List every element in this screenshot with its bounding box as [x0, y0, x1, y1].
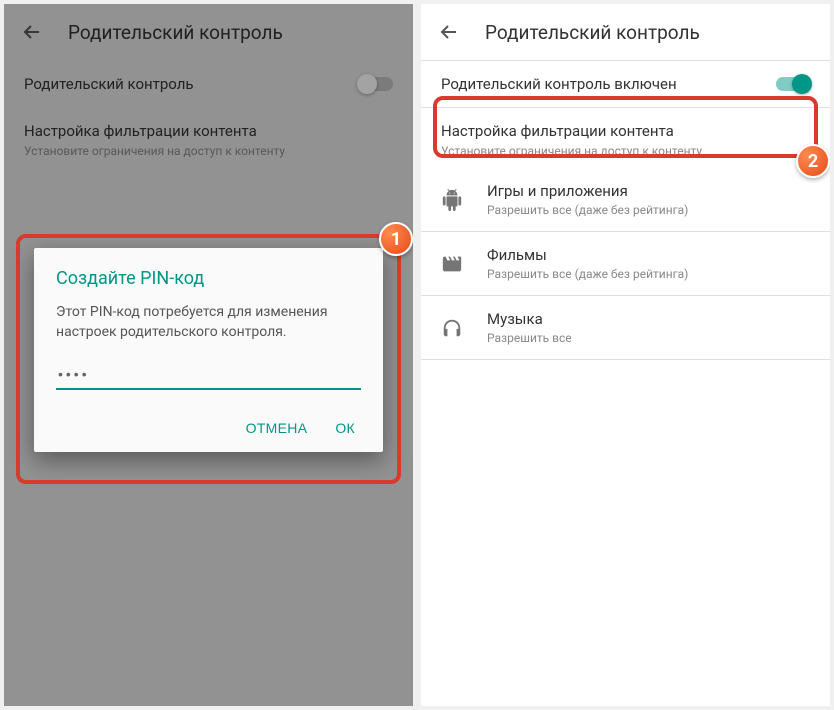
left-header: Родительский контроль	[4, 4, 413, 60]
content-row-music[interactable]: Музыка Разрешить все	[421, 296, 830, 359]
dialog-body: Этот PIN-код потребуется для изменения н…	[56, 303, 361, 342]
filter-section-header: Настройка фильтрации контента Установите…	[421, 108, 830, 168]
section-title: Настройка фильтрации контента	[441, 122, 810, 140]
section-subtitle: Установите ограничения на доступ к конте…	[24, 144, 393, 158]
back-arrow-icon[interactable]	[437, 20, 461, 44]
parental-toggle-row[interactable]: Родительский контроль включен	[421, 61, 830, 107]
step-badge-1: 1	[379, 222, 413, 256]
item-subtitle: Разрешить все (даже без рейтинга)	[487, 203, 688, 217]
page-title: Родительский контроль	[68, 21, 283, 44]
section-subtitle: Установите ограничения на доступ к конте…	[441, 144, 810, 158]
pin-dialog: Создайте PIN-код Этот PIN-код потребуетс…	[34, 248, 383, 452]
dialog-actions: ОТМЕНА ОК	[56, 420, 361, 442]
android-icon	[441, 189, 463, 211]
content-row-games[interactable]: Игры и приложения Разрешить все (даже бе…	[421, 168, 830, 231]
parental-toggle-label: Родительский контроль включен	[441, 75, 677, 93]
item-title: Музыка	[487, 310, 572, 328]
content-text: Музыка Разрешить все	[487, 310, 572, 345]
dialog-title: Создайте PIN-код	[56, 268, 361, 289]
ok-button[interactable]: ОК	[335, 420, 355, 436]
cancel-button[interactable]: ОТМЕНА	[246, 420, 308, 436]
pin-input[interactable]	[56, 360, 361, 390]
step-badge-2: 2	[796, 144, 830, 178]
content-text: Фильмы Разрешить все (даже без рейтинга)	[487, 246, 688, 281]
item-subtitle: Разрешить все (даже без рейтинга)	[487, 267, 688, 281]
parental-toggle-row[interactable]: Родительский контроль	[4, 61, 413, 107]
left-screen: Родительский контроль Родительский контр…	[4, 4, 413, 706]
parental-toggle-off[interactable]	[359, 77, 393, 91]
content-row-movies[interactable]: Фильмы Разрешить все (даже без рейтинга)	[421, 232, 830, 295]
page-title: Родительский контроль	[485, 21, 700, 44]
item-subtitle: Разрешить все	[487, 331, 572, 345]
content-text: Игры и приложения Разрешить все (даже бе…	[487, 182, 688, 217]
parental-toggle-on[interactable]	[776, 77, 810, 91]
section-title: Настройка фильтрации контента	[24, 122, 393, 140]
parental-toggle-label: Родительский контроль	[24, 75, 194, 93]
headphones-icon	[441, 317, 463, 339]
item-title: Игры и приложения	[487, 182, 688, 200]
movie-icon	[441, 253, 463, 275]
item-title: Фильмы	[487, 246, 688, 264]
right-header: Родительский контроль	[421, 4, 830, 60]
divider	[421, 359, 830, 360]
right-screen: Родительский контроль Родительский контр…	[421, 4, 830, 706]
back-arrow-icon[interactable]	[20, 20, 44, 44]
filter-section-header: Настройка фильтрации контента Установите…	[4, 108, 413, 168]
